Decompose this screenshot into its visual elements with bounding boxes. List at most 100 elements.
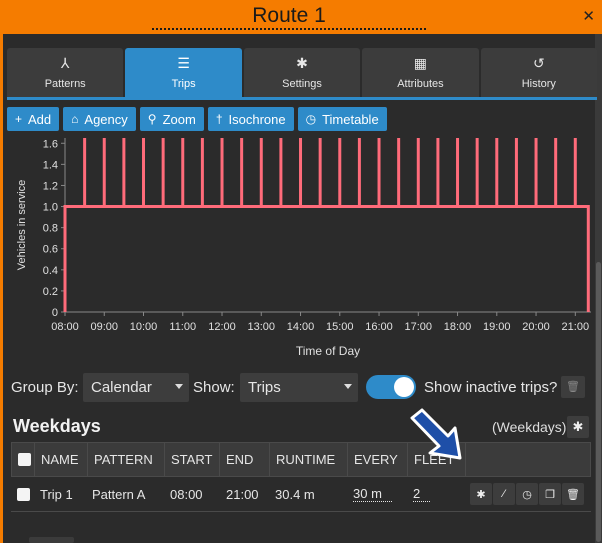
button-label: Timetable [322,111,379,127]
close-icon[interactable]: ✕ [582,7,595,25]
trip-fleet[interactable]: 2 [413,487,431,502]
trip-fleet-cell: 2 [413,478,431,511]
tab-patterns[interactable]: ⅄ Patterns [7,48,124,97]
timetable-button[interactable]: ◷ Timetable [297,107,387,131]
bottom-handle [29,537,74,543]
header-name[interactable]: NAME [35,443,88,476]
y-tick-label: 1.0 [43,202,58,214]
row-checkbox[interactable] [17,488,30,501]
select-all-checkbox[interactable] [18,453,31,466]
trip-pattern: Pattern A [92,487,146,502]
trash-icon[interactable]: 🗑 [562,483,584,505]
show-value: Trips [248,379,281,396]
tab-history[interactable]: ↺ History [480,48,598,97]
gear-icon[interactable]: ✱ [567,416,589,438]
title-bar: Route 1 ✕ [3,0,602,34]
x-tick-label: 13:00 [248,321,276,333]
y-tick-label: 0.4 [43,265,58,277]
trip-controls: Group By: Calendar Show: Trips Show inac… [11,373,591,403]
section-title: Weekdays [13,416,101,436]
trip-every[interactable]: 30 m [353,487,392,502]
table-row: Trip 1 Pattern A 08:00 21:00 30.4 m 30 m… [11,478,591,512]
tab-label: Attributes [397,78,444,90]
y-tick-label: 1.6 [43,138,58,150]
table-header: NAME PATTERN START END RUNTIME EVERY FLE… [11,442,591,477]
x-tick-label: 15:00 [326,321,354,333]
x-tick-label: 14:00 [287,321,315,333]
trip-start: 08:00 [170,487,203,502]
route-window: Route 1 ✕ ⅄ Patterns ☰ Trips ✱ Settings ▦ At… [0,0,602,543]
window-title[interactable]: Route 1 [3,4,575,30]
x-tick-label: 18:00 [444,321,472,333]
x-tick-label: 11:00 [169,321,196,333]
header-end[interactable]: END [220,443,270,476]
gear-icon[interactable]: ✱ [470,483,492,505]
tab-attributes[interactable]: ▦ Attributes [362,48,479,97]
grid-icon: ▦ [413,55,428,71]
tab-bar: ⅄ Patterns ☰ Trips ✱ Settings ▦ Attributes ↺… [7,48,598,100]
row-select-cell [17,478,30,511]
y-tick-label: 0 [52,307,58,319]
button-label: Isochrone [228,111,286,127]
x-tick-label: 10:00 [130,321,158,333]
toggle-knob [394,377,414,397]
chevron-down-icon [175,384,183,389]
x-tick-label: 20:00 [522,321,550,333]
trip-name: Trip 1 [40,487,73,502]
tab-label: Settings [282,78,322,90]
inactive-trips-toggle[interactable] [366,375,416,399]
vehicles-chart: 0 0.2 0.4 0.6 0.8 1.0 1.2 1.4 1.6 08:00 09:00 10:00… [16,138,591,358]
toolbar: + Add ⌂ Agency ⚲ Zoom † Isochrone ◷ Timetable [7,107,387,131]
plus-icon: + [15,112,23,126]
tab-trips[interactable]: ☰ Trips [125,48,242,97]
x-tick-label: 19:00 [483,321,511,333]
y-tick-label: 0.8 [43,223,58,235]
bank-icon: ⌂ [71,112,79,126]
x-tick-label: 08:00 [51,321,79,333]
header-runtime[interactable]: RUNTIME [270,443,348,476]
trash-icon[interactable]: 🗑 [561,376,585,398]
tab-settings[interactable]: ✱ Settings [243,48,361,97]
x-tick-label: 12:00 [208,321,236,333]
group-by-select[interactable]: Calendar [83,373,189,402]
group-by-label: Group By: [11,379,79,396]
header-start[interactable]: START [165,443,220,476]
select-all-cell [12,443,35,476]
y-tick-label: 1.4 [43,159,58,171]
inactive-trips-label: Show inactive trips? [424,379,558,396]
chevron-down-icon [344,384,352,389]
trip-end: 21:00 [226,487,259,502]
history-icon: ↺ [532,55,545,71]
isochrone-button[interactable]: † Isochrone [207,107,294,131]
header-pattern[interactable]: PATTERN [88,443,165,476]
series-line [63,205,590,312]
x-tick-label: 17:00 [405,321,433,333]
header-every[interactable]: EVERY [348,443,408,476]
y-axis-label: Vehicles in service [16,180,28,271]
copy-icon[interactable]: ❐ [539,483,561,505]
y-tick-label: 0.2 [43,286,58,298]
button-label: Agency [84,111,128,127]
pin-icon: † [215,112,223,126]
magic-wand-icon[interactable]: ⁄ [493,483,515,505]
clock-icon[interactable]: ◷ [516,483,538,505]
list-icon: ☰ [177,55,190,71]
row-actions: ✱ ⁄ ◷ ❐ 🗑 [470,483,584,505]
tab-label: History [521,78,556,90]
search-icon: ⚲ [147,112,157,126]
tab-label: Trips [171,78,196,90]
y-tick-label: 1.2 [43,180,58,192]
pointer-arrow-icon [410,408,462,460]
add-button[interactable]: + Add [7,107,60,131]
group-by-value: Calendar [91,379,152,396]
agency-button[interactable]: ⌂ Agency [63,107,136,131]
x-axis-label: Time of Day [296,344,360,358]
clock-icon: ◷ [305,112,317,126]
zoom-button[interactable]: ⚲ Zoom [139,107,204,131]
show-select[interactable]: Trips [240,373,358,402]
pattern-icon: ⅄ [60,55,70,71]
x-tick-label: 21:00 [562,321,590,333]
x-tick-label: 16:00 [365,321,393,333]
calendar-label: (Weekdays) [492,419,567,435]
y-tick-label: 0.6 [43,244,58,256]
